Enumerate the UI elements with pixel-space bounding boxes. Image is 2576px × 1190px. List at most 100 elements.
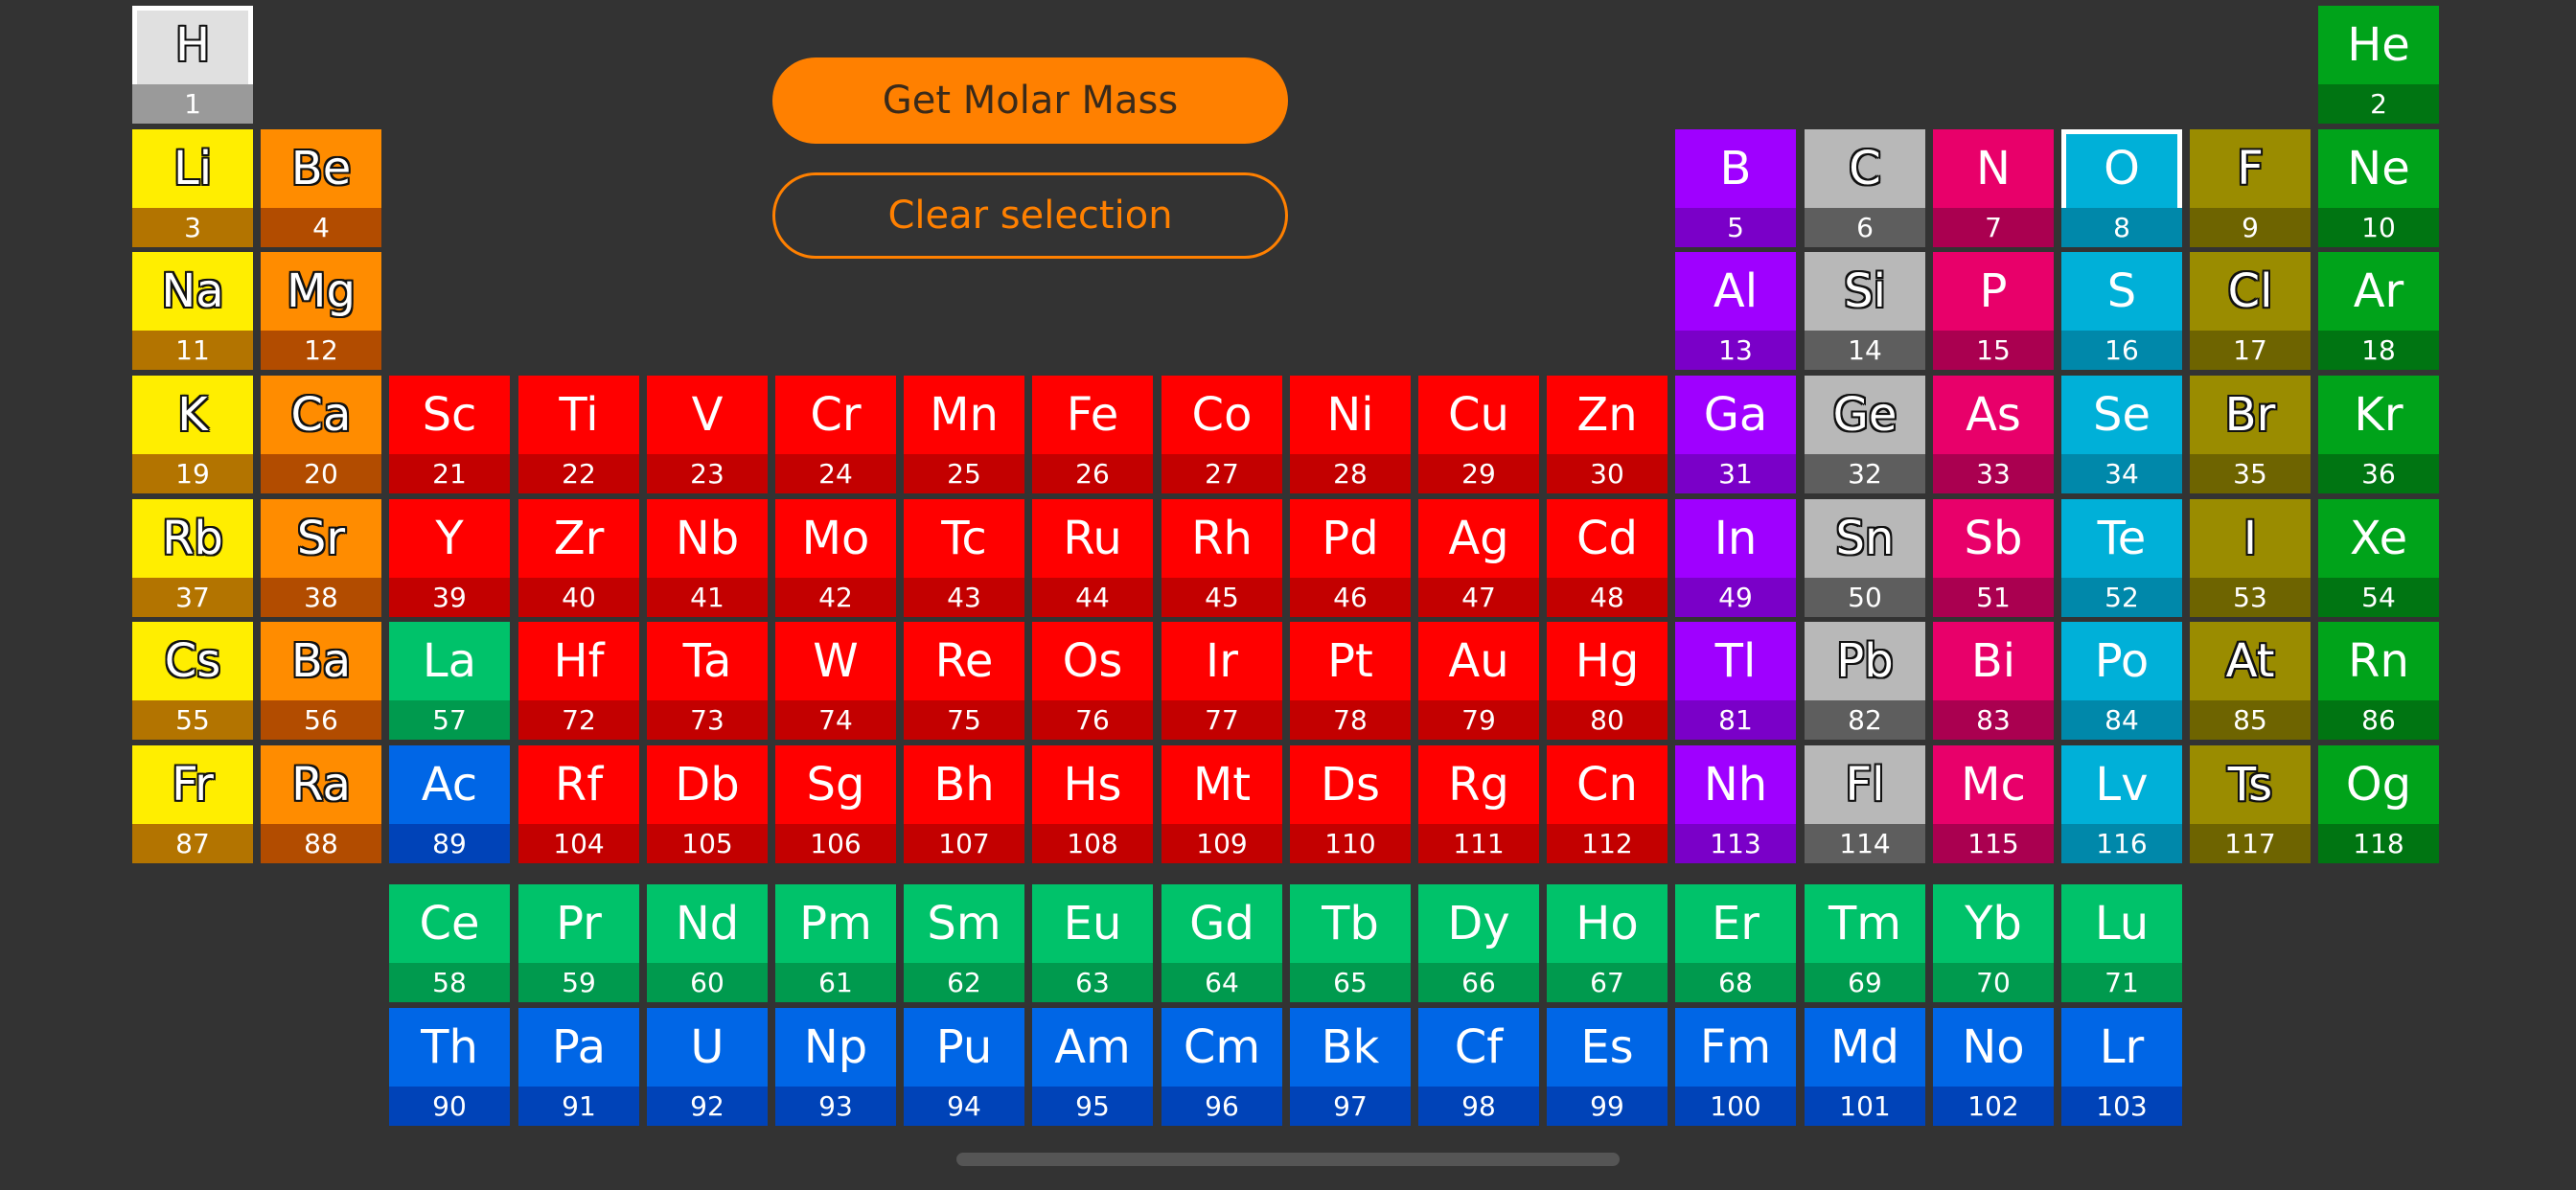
element-tile-dy[interactable]: Dy 66	[1418, 884, 1539, 1002]
element-tile-f[interactable]: F9	[2190, 129, 2311, 247]
element-tile-ca[interactable]: Ca 20	[261, 376, 381, 493]
element-tile-bh[interactable]: Bh 107	[904, 745, 1024, 863]
element-tile-sc[interactable]: Sc 21	[389, 376, 510, 493]
element-tile-zn[interactable]: Zn 30	[1547, 376, 1668, 493]
element-tile-yb[interactable]: Yb 70	[1933, 884, 2054, 1002]
element-tile-at[interactable]: At 85	[2190, 622, 2311, 740]
element-tile-ds[interactable]: Ds 110	[1290, 745, 1411, 863]
element-tile-al[interactable]: Al 13	[1675, 252, 1796, 370]
element-tile-ag[interactable]: Ag 47	[1418, 499, 1539, 617]
element-tile-in[interactable]: In 49	[1675, 499, 1796, 617]
element-tile-pd[interactable]: Pd 46	[1290, 499, 1411, 617]
element-tile-n[interactable]: N7	[1933, 129, 2054, 247]
element-tile-ac[interactable]: Ac 89	[389, 745, 510, 863]
element-tile-tm[interactable]: Tm 69	[1805, 884, 1925, 1002]
element-tile-ir[interactable]: Ir 77	[1162, 622, 1282, 740]
element-tile-br[interactable]: Br 35	[2190, 376, 2311, 493]
element-tile-te[interactable]: Te 52	[2061, 499, 2182, 617]
element-tile-pm[interactable]: Pm 61	[775, 884, 896, 1002]
element-tile-cr[interactable]: Cr 24	[775, 376, 896, 493]
element-tile-pr[interactable]: Pr 59	[518, 884, 639, 1002]
element-tile-c[interactable]: C6	[1805, 129, 1925, 247]
element-tile-og[interactable]: Og 118	[2318, 745, 2439, 863]
element-tile-rb[interactable]: Rb 37	[132, 499, 253, 617]
element-tile-xe[interactable]: Xe 54	[2318, 499, 2439, 617]
element-tile-cl[interactable]: Cl 17	[2190, 252, 2311, 370]
element-tile-rh[interactable]: Rh 45	[1162, 499, 1282, 617]
home-indicator[interactable]	[956, 1153, 1620, 1166]
element-tile-rf[interactable]: Rf 104	[518, 745, 639, 863]
element-tile-tb[interactable]: Tb 65	[1290, 884, 1411, 1002]
element-tile-s[interactable]: S 16	[2061, 252, 2182, 370]
element-tile-w[interactable]: W 74	[775, 622, 896, 740]
element-tile-zr[interactable]: Zr 40	[518, 499, 639, 617]
element-tile-fm[interactable]: Fm 100	[1675, 1008, 1796, 1126]
element-tile-bk[interactable]: Bk 97	[1290, 1008, 1411, 1126]
element-tile-tl[interactable]: Tl 81	[1675, 622, 1796, 740]
element-tile-pu[interactable]: Pu 94	[904, 1008, 1024, 1126]
element-tile-hf[interactable]: Hf 72	[518, 622, 639, 740]
element-tile-cf[interactable]: Cf 98	[1418, 1008, 1539, 1126]
element-tile-th[interactable]: Th 90	[389, 1008, 510, 1126]
element-tile-mc[interactable]: Mc 115	[1933, 745, 2054, 863]
element-tile-nd[interactable]: Nd 60	[647, 884, 768, 1002]
element-tile-h[interactable]: H1	[132, 6, 253, 124]
element-tile-co[interactable]: Co 27	[1162, 376, 1282, 493]
element-tile-cd[interactable]: Cd 48	[1547, 499, 1668, 617]
element-tile-he[interactable]: He 2	[2318, 6, 2439, 124]
element-tile-sg[interactable]: Sg 106	[775, 745, 896, 863]
element-tile-rn[interactable]: Rn 86	[2318, 622, 2439, 740]
element-tile-o[interactable]: O8	[2061, 129, 2182, 247]
element-tile-si[interactable]: Si 14	[1805, 252, 1925, 370]
element-tile-cn[interactable]: Cn 112	[1547, 745, 1668, 863]
element-tile-lu[interactable]: Lu 71	[2061, 884, 2182, 1002]
element-tile-v[interactable]: V 23	[647, 376, 768, 493]
element-tile-mg[interactable]: Mg 12	[261, 252, 381, 370]
element-tile-p[interactable]: P 15	[1933, 252, 2054, 370]
clear-selection-button[interactable]: Clear selection	[772, 172, 1288, 259]
element-tile-ni[interactable]: Ni 28	[1290, 376, 1411, 493]
element-tile-sr[interactable]: Sr 38	[261, 499, 381, 617]
element-tile-i[interactable]: I 53	[2190, 499, 2311, 617]
element-tile-cu[interactable]: Cu 29	[1418, 376, 1539, 493]
element-tile-ts[interactable]: Ts 117	[2190, 745, 2311, 863]
element-tile-fr[interactable]: Fr 87	[132, 745, 253, 863]
element-tile-ba[interactable]: Ba 56	[261, 622, 381, 740]
element-tile-pa[interactable]: Pa 91	[518, 1008, 639, 1126]
element-tile-mn[interactable]: Mn 25	[904, 376, 1024, 493]
element-tile-nb[interactable]: Nb 41	[647, 499, 768, 617]
element-tile-md[interactable]: Md 101	[1805, 1008, 1925, 1126]
element-tile-pb[interactable]: Pb 82	[1805, 622, 1925, 740]
element-tile-au[interactable]: Au 79	[1418, 622, 1539, 740]
element-tile-kr[interactable]: Kr 36	[2318, 376, 2439, 493]
element-tile-k[interactable]: K 19	[132, 376, 253, 493]
element-tile-er[interactable]: Er 68	[1675, 884, 1796, 1002]
element-tile-hs[interactable]: Hs 108	[1032, 745, 1153, 863]
element-tile-na[interactable]: Na 11	[132, 252, 253, 370]
element-tile-ti[interactable]: Ti 22	[518, 376, 639, 493]
element-tile-be[interactable]: Be 4	[261, 129, 381, 247]
element-tile-ru[interactable]: Ru 44	[1032, 499, 1153, 617]
element-tile-fl[interactable]: Fl 114	[1805, 745, 1925, 863]
element-tile-lv[interactable]: Lv 116	[2061, 745, 2182, 863]
element-tile-ne[interactable]: Ne 10	[2318, 129, 2439, 247]
element-tile-pt[interactable]: Pt 78	[1290, 622, 1411, 740]
element-tile-as[interactable]: As 33	[1933, 376, 2054, 493]
element-tile-nh[interactable]: Nh 113	[1675, 745, 1796, 863]
element-tile-eu[interactable]: Eu 63	[1032, 884, 1153, 1002]
element-tile-ar[interactable]: Ar 18	[2318, 252, 2439, 370]
element-tile-fe[interactable]: Fe 26	[1032, 376, 1153, 493]
element-tile-gd[interactable]: Gd 64	[1162, 884, 1282, 1002]
element-tile-cm[interactable]: Cm 96	[1162, 1008, 1282, 1126]
element-tile-no[interactable]: No 102	[1933, 1008, 2054, 1126]
element-tile-re[interactable]: Re 75	[904, 622, 1024, 740]
element-tile-ce[interactable]: Ce 58	[389, 884, 510, 1002]
element-tile-rg[interactable]: Rg 111	[1418, 745, 1539, 863]
element-tile-sb[interactable]: Sb 51	[1933, 499, 2054, 617]
element-tile-cs[interactable]: Cs 55	[132, 622, 253, 740]
element-tile-lr[interactable]: Lr 103	[2061, 1008, 2182, 1126]
element-tile-am[interactable]: Am 95	[1032, 1008, 1153, 1126]
element-tile-mo[interactable]: Mo 42	[775, 499, 896, 617]
element-tile-es[interactable]: Es 99	[1547, 1008, 1668, 1126]
element-tile-po[interactable]: Po 84	[2061, 622, 2182, 740]
